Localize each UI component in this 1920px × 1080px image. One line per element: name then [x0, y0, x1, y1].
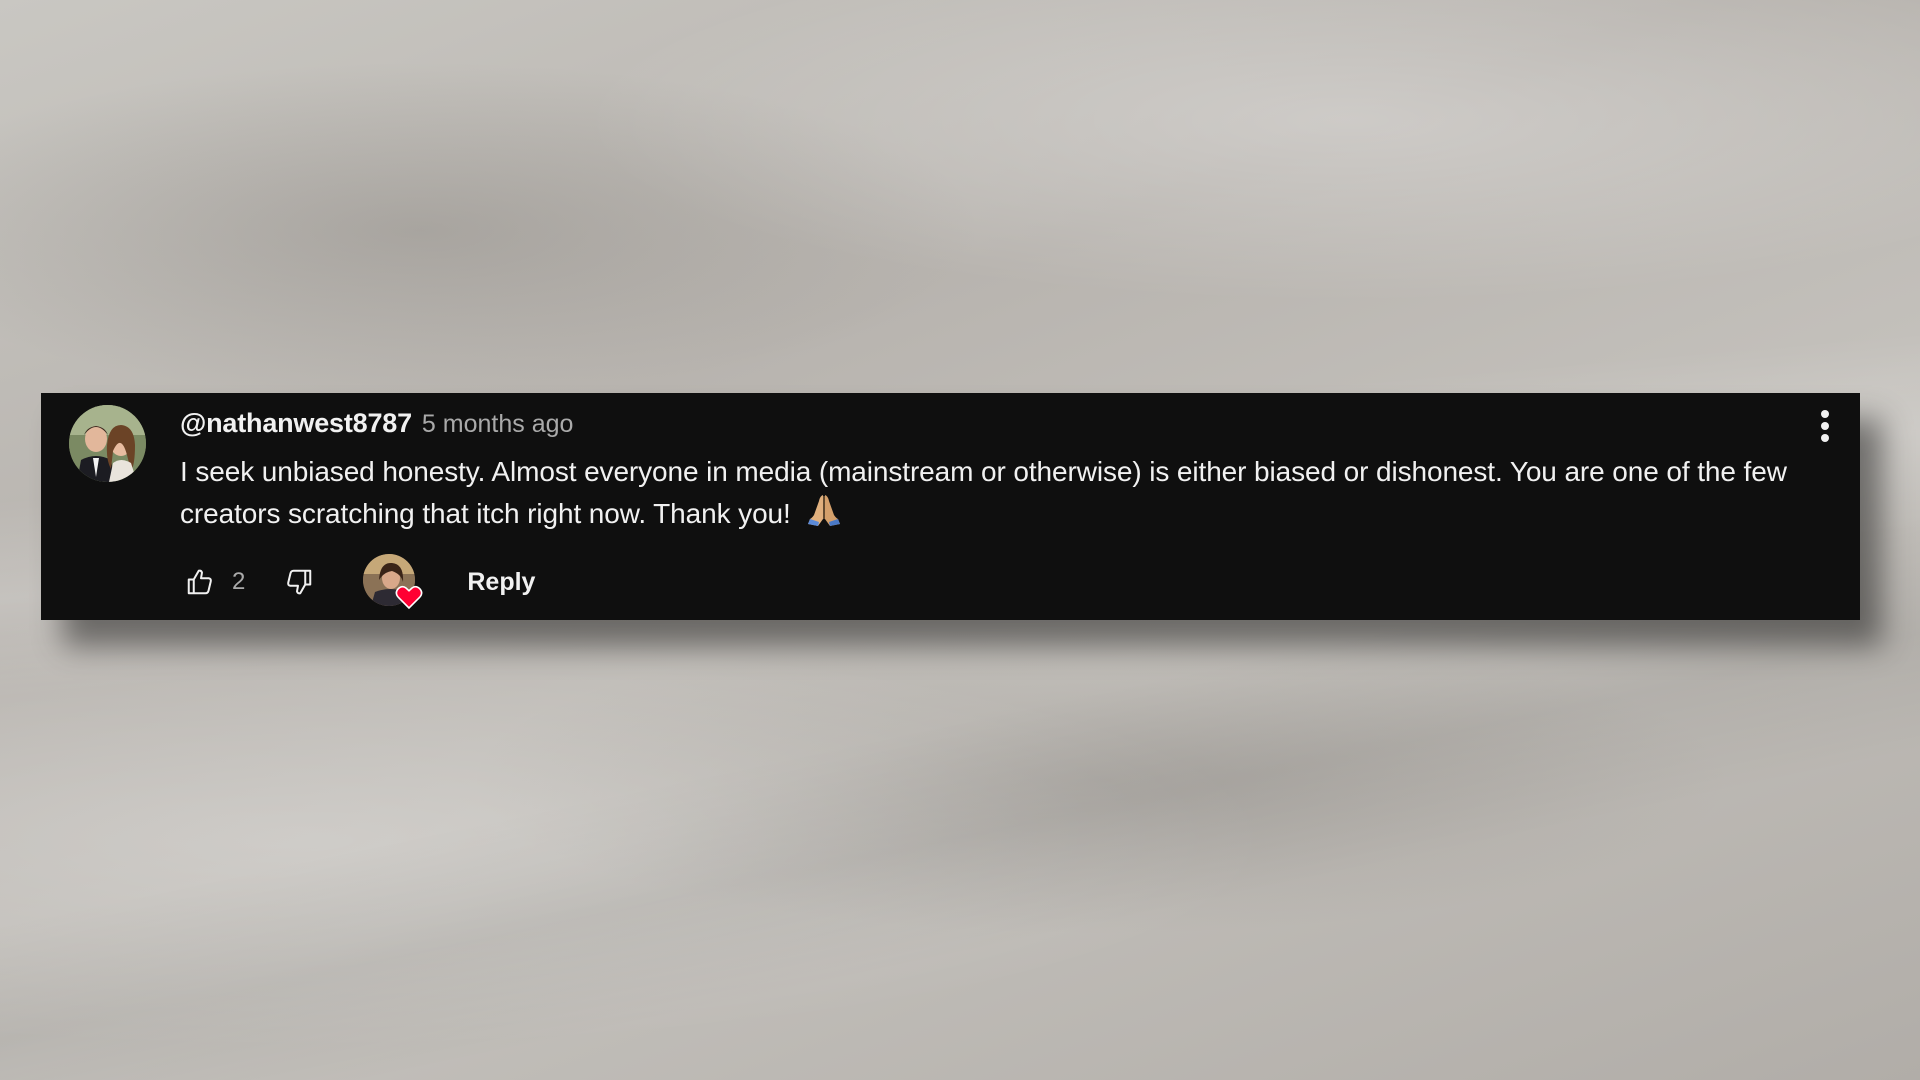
comment-body: I seek unbiased honesty. Almost everyone… — [180, 451, 1840, 535]
author-avatar-photo — [69, 405, 146, 482]
like-button[interactable] — [180, 562, 220, 602]
reply-button[interactable]: Reply — [465, 562, 537, 603]
comment-action-bar: 2 Reply — [180, 553, 537, 611]
thumbs-up-icon — [187, 569, 212, 595]
comment-card: @nathanwest8787 5 months ago I seek unbi… — [41, 393, 1860, 620]
comment-timestamp[interactable]: 5 months ago — [422, 410, 574, 439]
dislike-button[interactable] — [279, 562, 319, 602]
comment-header: @nathanwest8787 5 months ago — [180, 408, 573, 439]
folded-hands-emoji — [808, 495, 841, 526]
comment-author[interactable]: @nathanwest8787 — [180, 408, 412, 439]
thumbs-down-icon — [287, 569, 312, 595]
three-dot-menu-icon — [1821, 410, 1829, 442]
more-actions-button[interactable] — [1808, 403, 1842, 449]
author-avatar[interactable] — [69, 405, 146, 482]
creator-heart-badge[interactable] — [363, 554, 423, 610]
heart-icon — [395, 585, 423, 610]
comment-text: I seek unbiased honesty. Almost everyone… — [180, 456, 1787, 529]
like-count: 2 — [232, 568, 246, 595]
